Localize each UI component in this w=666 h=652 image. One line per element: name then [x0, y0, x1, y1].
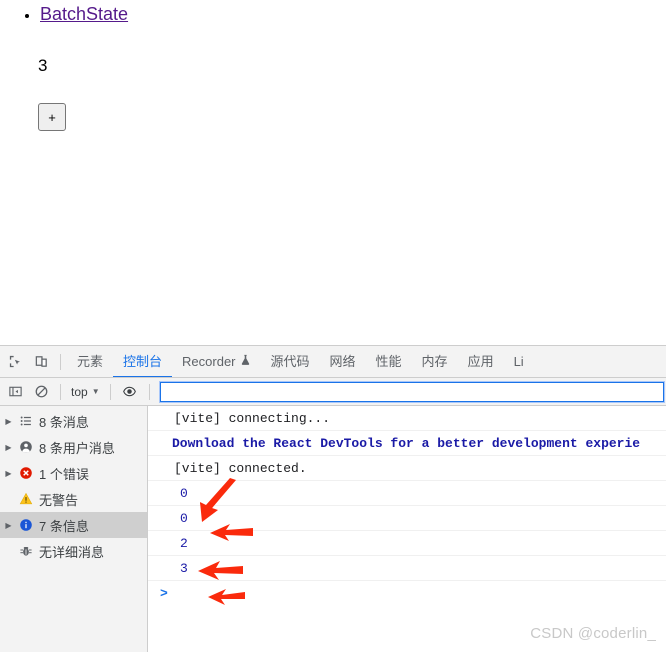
console-input-prompt[interactable]: >: [148, 581, 666, 606]
devtools-tabbar: 元素 控制台 Recorder 源代码 网络 性能 内存 应用 Li: [0, 346, 666, 378]
chevron-down-icon: ▼: [91, 387, 100, 396]
console-message[interactable]: 3: [148, 556, 666, 581]
console-message[interactable]: [vite] connected.: [148, 456, 666, 481]
tab-label: 内存: [421, 353, 448, 369]
clear-console-icon[interactable]: [28, 379, 54, 405]
verbose-bug-icon: [15, 544, 37, 558]
sidebar-item-errors[interactable]: ▶ 1 个错误: [0, 460, 147, 486]
tab-memory[interactable]: 内存: [412, 346, 458, 377]
sidebar-item-label: 8 条消息: [39, 414, 89, 430]
tab-label: 源代码: [270, 353, 310, 369]
console-message[interactable]: 0: [148, 506, 666, 531]
javascript-context-selector[interactable]: top ▼: [67, 385, 104, 399]
console-message[interactable]: [vite] connecting...: [148, 406, 666, 431]
sidebar-item-warnings[interactable]: ▶ 无警告: [0, 486, 147, 512]
counter-value: 3: [38, 56, 48, 75]
tab-label: 性能: [375, 353, 402, 369]
live-expression-eye-icon[interactable]: [117, 379, 143, 405]
batchstate-link[interactable]: BatchState: [40, 4, 128, 24]
watermark: CSDN @coderlin_: [530, 625, 656, 642]
toolbar-divider: [60, 353, 61, 370]
tab-performance[interactable]: 性能: [366, 346, 412, 377]
page-link-list: BatchState: [0, 0, 666, 28]
user-icon: [15, 440, 37, 454]
chevron-right-icon[interactable]: ▶: [2, 469, 15, 478]
toolbar-divider: [60, 383, 61, 400]
console-message[interactable]: 0: [148, 481, 666, 506]
warning-icon: [15, 492, 37, 506]
tab-label: 控制台: [123, 353, 163, 369]
list-icon: [15, 414, 37, 428]
toolbar-divider: [109, 383, 111, 400]
console-filter-toolbar: top ▼: [0, 378, 666, 406]
console-body: ▶ 8 条消息 ▶ 8 条用户消息 ▶ 1 个错误 无警告 ▶ 7 条信息 无详…: [0, 406, 666, 652]
inspect-element-icon[interactable]: [2, 349, 28, 375]
tab-label: Li: [513, 353, 524, 369]
screen: BatchState 3 + 元素: [0, 0, 666, 652]
sidebar-item-label: 8 条用户消息: [39, 440, 115, 456]
tab-label: 元素: [77, 353, 104, 369]
experiment-flask-icon: [240, 346, 251, 377]
sidebar-item-user-messages[interactable]: ▶ 8 条用户消息: [0, 434, 147, 460]
chevron-right-icon[interactable]: ▶: [2, 521, 15, 530]
tab-lighthouse[interactable]: Li: [504, 346, 534, 377]
console-message[interactable]: Download the React DevTools for a better…: [148, 431, 666, 456]
console-message-list[interactable]: [vite] connecting... Download the React …: [148, 406, 666, 652]
devtools-panel: 元素 控制台 Recorder 源代码 网络 性能 内存 应用 Li top ▼…: [0, 345, 666, 652]
tab-label: 网络: [329, 353, 356, 369]
sidebar-item-label: 1 个错误: [39, 466, 89, 482]
sidebar-item-all-messages[interactable]: ▶ 8 条消息: [0, 408, 147, 434]
web-page-viewport: BatchState 3 +: [0, 0, 666, 345]
error-icon: [15, 466, 37, 480]
tab-label: Recorder: [182, 353, 236, 369]
tab-sources[interactable]: 源代码: [261, 346, 320, 377]
increment-button[interactable]: +: [38, 103, 66, 131]
console-filter-input[interactable]: [158, 380, 666, 403]
sidebar-item-info[interactable]: ▶ 7 条信息: [0, 512, 147, 538]
tab-recorder[interactable]: Recorder: [172, 346, 260, 377]
console-sidebar: ▶ 8 条消息 ▶ 8 条用户消息 ▶ 1 个错误 无警告 ▶ 7 条信息 无详…: [0, 406, 148, 652]
tab-label: 应用: [467, 353, 494, 369]
toolbar-divider: [148, 383, 150, 400]
tab-elements[interactable]: 元素: [67, 346, 113, 377]
console-message[interactable]: 2: [148, 531, 666, 556]
console-sidebar-toggle-icon[interactable]: [2, 379, 28, 405]
sidebar-item-verbose[interactable]: ▶ 无详细消息: [0, 538, 147, 564]
tab-application[interactable]: 应用: [458, 346, 504, 377]
chevron-right-icon[interactable]: ▶: [2, 417, 15, 426]
sidebar-item-label: 7 条信息: [39, 518, 89, 534]
sidebar-item-label: 无警告: [39, 492, 79, 508]
tab-console[interactable]: 控制台: [113, 346, 172, 377]
sidebar-item-label: 无详细消息: [39, 544, 105, 560]
context-label: top: [71, 384, 88, 399]
list-item: BatchState: [40, 0, 666, 28]
device-toolbar-icon[interactable]: [28, 349, 54, 375]
info-icon: [15, 518, 37, 532]
tab-network[interactable]: 网络: [320, 346, 366, 377]
chevron-right-icon[interactable]: ▶: [2, 443, 15, 452]
